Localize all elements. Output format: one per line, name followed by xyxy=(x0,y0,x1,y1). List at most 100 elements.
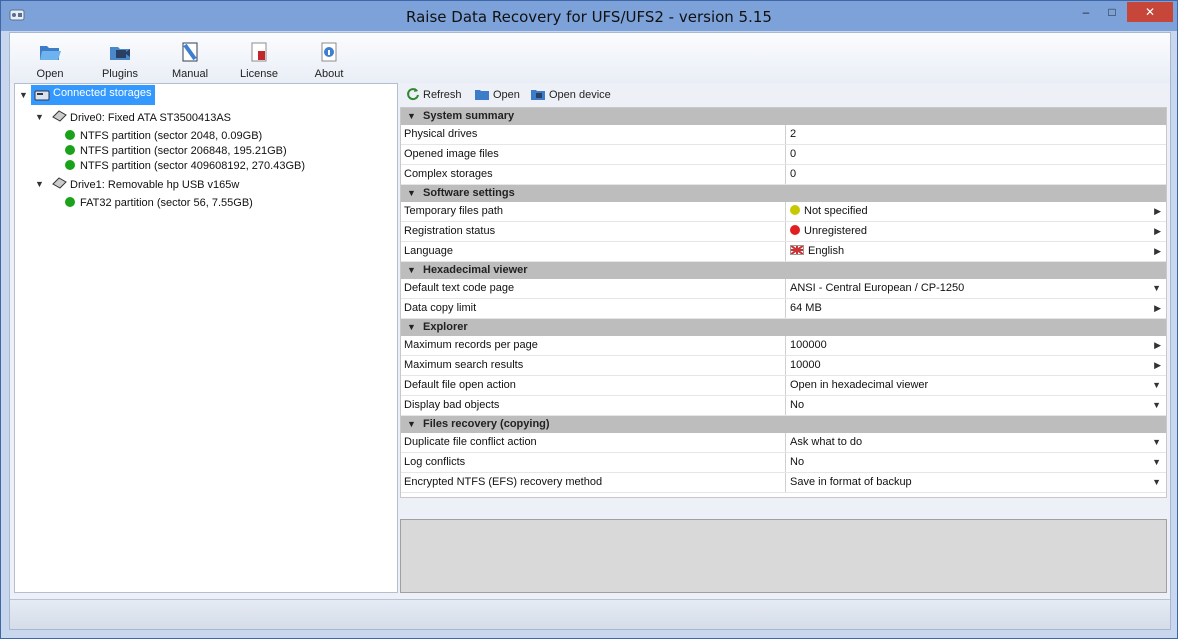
property-row[interactable]: Physical drives 2 xyxy=(401,125,1166,145)
license-icon xyxy=(251,42,267,62)
main-toolbar: Open Plugins Manual License About xyxy=(10,33,1170,83)
refresh-icon xyxy=(407,88,419,101)
property-name: Log conflicts xyxy=(404,456,466,468)
expand-drive0-icon[interactable]: ▼ xyxy=(35,112,44,122)
property-row[interactable]: Data copy limit 64 MB ▶ xyxy=(401,299,1166,319)
property-value[interactable]: 2 xyxy=(785,125,1166,144)
property-value[interactable]: 0 xyxy=(785,145,1166,164)
toolbar-plugins-button[interactable]: Plugins xyxy=(90,39,150,83)
tree-partition-label: NTFS partition (sector 2048, 0.09GB) xyxy=(80,130,263,142)
toolbar-open-button[interactable]: Open xyxy=(20,39,80,83)
section-software-settings[interactable]: ▼ Software settings xyxy=(401,185,1166,202)
section-files-recovery[interactable]: ▼ Files recovery (copying) xyxy=(401,416,1166,433)
property-name: Display bad objects xyxy=(404,399,500,411)
hard-drive-icon xyxy=(52,110,67,122)
property-row[interactable]: Opened image files 0 xyxy=(401,145,1166,165)
property-row[interactable]: Log conflicts No ▼ xyxy=(401,453,1166,473)
property-value[interactable]: No ▼ xyxy=(785,453,1166,472)
property-value[interactable]: Not specified ▶ xyxy=(785,202,1166,221)
open-folder-icon xyxy=(475,90,489,100)
expand-right-icon[interactable]: ▶ xyxy=(1154,246,1161,257)
property-value[interactable]: Ask what to do ▼ xyxy=(785,433,1166,452)
property-row[interactable]: Language English ▶ xyxy=(401,242,1166,262)
toolbar-manual-button[interactable]: Manual xyxy=(160,39,220,83)
toolbar-about-button[interactable]: About xyxy=(299,39,359,83)
toolbar-open-label: Open xyxy=(36,68,64,80)
tree-partition[interactable]: NTFS partition (sector 206848, 195.21GB) xyxy=(65,143,287,159)
property-value[interactable]: 10000 ▶ xyxy=(785,356,1166,375)
property-row[interactable]: Encrypted NTFS (EFS) recovery method Save… xyxy=(401,473,1166,493)
dropdown-icon[interactable]: ▼ xyxy=(1152,283,1161,293)
collapse-icon[interactable]: ▼ xyxy=(407,416,423,433)
open-device-button[interactable]: Open device xyxy=(530,87,611,105)
storage-tree[interactable]: ▼ Connected storages ▼ Drive0: Fixed ATA… xyxy=(14,83,398,593)
expand-drive1-icon[interactable]: ▼ xyxy=(35,179,44,189)
toolbar-license-button[interactable]: License xyxy=(229,39,289,83)
tree-drive0[interactable]: Drive0: Fixed ATA ST3500413AS xyxy=(51,110,231,126)
refresh-label: Refresh xyxy=(423,89,462,101)
property-value-text: 0 xyxy=(790,148,797,160)
property-value-text: Ask what to do xyxy=(790,436,863,448)
collapse-icon[interactable]: ▼ xyxy=(407,262,423,279)
property-row[interactable]: Display bad objects No ▼ xyxy=(401,396,1166,416)
property-name: Encrypted NTFS (EFS) recovery method xyxy=(404,476,603,488)
properties-panel: Refresh Open Open device ▼ System summary xyxy=(400,83,1168,593)
properties-toolbar: Refresh Open Open device xyxy=(400,83,1168,107)
tree-partition[interactable]: NTFS partition (sector 2048, 0.09GB) xyxy=(65,128,262,144)
property-value[interactable]: English ▶ xyxy=(785,242,1166,261)
toolbar-license-label: License xyxy=(240,68,278,80)
expand-right-icon[interactable]: ▶ xyxy=(1154,206,1161,217)
property-value[interactable]: Unregistered ▶ xyxy=(785,222,1166,241)
property-row[interactable]: Duplicate file conflict action Ask what t… xyxy=(401,433,1166,453)
refresh-button[interactable]: Refresh xyxy=(406,87,462,105)
section-hexadecimal-viewer[interactable]: ▼ Hexadecimal viewer xyxy=(401,262,1166,279)
maximize-button[interactable]: □ xyxy=(1099,2,1125,22)
dropdown-icon[interactable]: ▼ xyxy=(1152,400,1161,410)
property-row[interactable]: Complex storages 0 xyxy=(401,165,1166,185)
collapse-icon[interactable]: ▼ xyxy=(407,108,423,125)
minimize-button[interactable]: – xyxy=(1073,2,1099,22)
open-device-icon xyxy=(531,90,545,100)
expand-root-icon[interactable]: ▼ xyxy=(19,90,28,100)
collapse-icon[interactable]: ▼ xyxy=(407,185,423,202)
dropdown-icon[interactable]: ▼ xyxy=(1152,477,1161,487)
expand-right-icon[interactable]: ▶ xyxy=(1154,340,1161,351)
property-row[interactable]: Maximum search results 10000 ▶ xyxy=(401,356,1166,376)
dropdown-icon[interactable]: ▼ xyxy=(1152,437,1161,447)
property-row[interactable]: Temporary files path Not specified ▶ xyxy=(401,202,1166,222)
property-row[interactable]: Maximum records per page 100000 ▶ xyxy=(401,336,1166,356)
expand-right-icon[interactable]: ▶ xyxy=(1154,360,1161,371)
property-value[interactable]: 100000 ▶ xyxy=(785,336,1166,355)
tree-partition[interactable]: NTFS partition (sector 409608192, 270.43… xyxy=(65,158,305,174)
title-bar[interactable]: Raise Data Recovery for UFS/UFS2 - versi… xyxy=(1,1,1177,31)
tree-drive1[interactable]: Drive1: Removable hp USB v165w xyxy=(51,177,239,193)
dropdown-icon[interactable]: ▼ xyxy=(1152,457,1161,467)
section-explorer[interactable]: ▼ Explorer xyxy=(401,319,1166,336)
property-row[interactable]: Default text code page ANSI - Central Eur… xyxy=(401,279,1166,299)
property-value-text: 100000 xyxy=(790,339,827,351)
collapse-icon[interactable]: ▼ xyxy=(407,319,423,336)
property-value-text: Open in hexadecimal viewer xyxy=(790,379,929,391)
warning-indicator-icon xyxy=(790,205,800,215)
tree-root-connected-storages[interactable]: Connected storages xyxy=(31,85,156,105)
dropdown-icon[interactable]: ▼ xyxy=(1152,380,1161,390)
property-value-text: No xyxy=(790,456,805,468)
property-value[interactable]: No ▼ xyxy=(785,396,1166,415)
expand-right-icon[interactable]: ▶ xyxy=(1154,226,1161,237)
property-value[interactable]: 0 xyxy=(785,165,1166,184)
property-value[interactable]: Save in format of backup ▼ xyxy=(785,473,1166,492)
property-value[interactable]: Open in hexadecimal viewer ▼ xyxy=(785,376,1166,395)
close-button[interactable]: ✕ xyxy=(1127,2,1173,22)
property-row[interactable]: Registration status Unregistered ▶ xyxy=(401,222,1166,242)
property-value[interactable]: ANSI - Central European / CP-1250 ▼ xyxy=(785,279,1166,298)
open-button[interactable]: Open xyxy=(474,87,520,105)
property-value[interactable]: 64 MB ▶ xyxy=(785,299,1166,318)
tree-partition[interactable]: FAT32 partition (sector 56, 7.55GB) xyxy=(65,195,253,211)
partition-status-icon xyxy=(65,160,75,170)
section-system-summary[interactable]: ▼ System summary xyxy=(401,108,1166,125)
property-name: Default file open action xyxy=(404,379,516,391)
property-name: Default text code page xyxy=(404,282,515,294)
expand-right-icon[interactable]: ▶ xyxy=(1154,303,1161,314)
section-title: System summary xyxy=(423,110,515,122)
property-row[interactable]: Default file open action Open in hexadeci… xyxy=(401,376,1166,396)
